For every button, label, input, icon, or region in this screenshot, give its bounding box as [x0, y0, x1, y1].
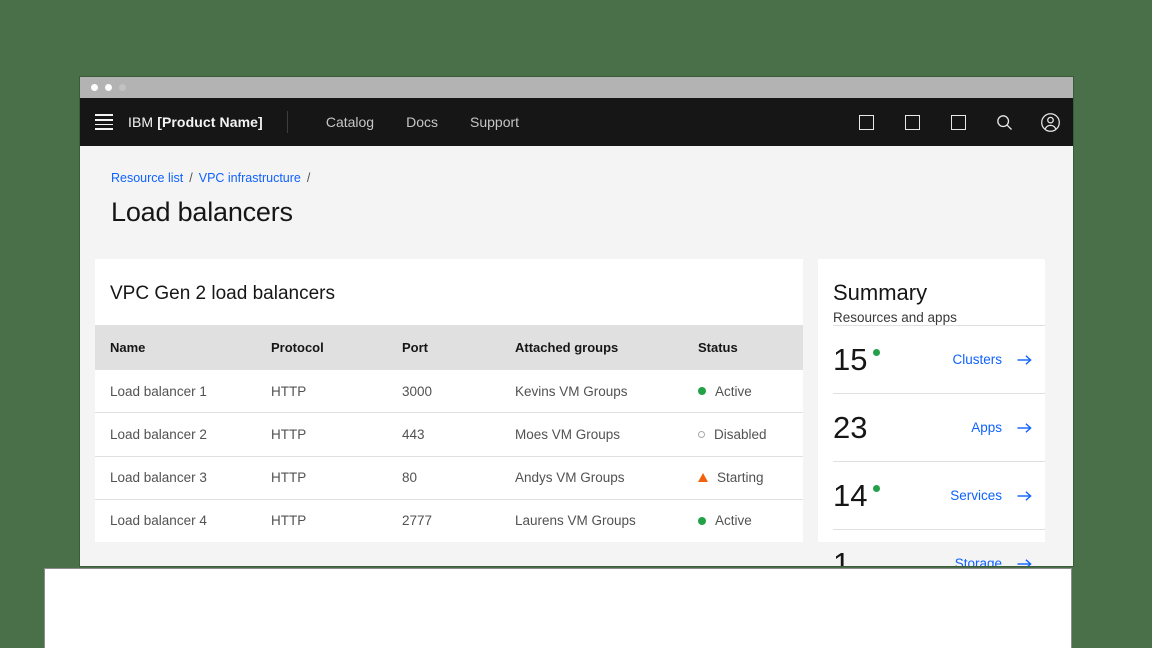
nav-divider [286, 111, 288, 133]
cell-protocol: HTTP [271, 383, 307, 399]
summary-row-services: 14 Services [833, 461, 1045, 529]
status-label: Active [715, 383, 752, 399]
table-row[interactable]: Load balancer 2 HTTP 443 Moes VM Groups … [95, 412, 803, 456]
breadcrumb-item-resource-list[interactable]: Resource list [111, 171, 183, 185]
table-header-row: Name Protocol Port Attached groups Statu… [95, 325, 803, 370]
cell-status: Starting [698, 470, 803, 485]
cell-attached-groups: Andys VM Groups [515, 470, 625, 486]
status-starting-icon [698, 473, 708, 483]
summary-row-storage: 1 Storage [833, 529, 1045, 566]
arrow-right-icon [1017, 422, 1032, 433]
summary-count: 14 [833, 478, 868, 513]
user-avatar-icon[interactable] [1027, 98, 1073, 146]
status-active-icon [698, 516, 706, 525]
column-header-protocol[interactable]: Protocol [271, 340, 402, 355]
column-header-port[interactable]: Port [402, 340, 515, 355]
summary-label: Services [950, 488, 1002, 503]
cell-protocol: HTTP [271, 470, 307, 486]
square-icon-3[interactable] [935, 98, 981, 146]
breadcrumb: Resource list / VPC infrastructure / [111, 171, 1073, 185]
status-dot-icon [873, 485, 881, 492]
summary-link-storage[interactable]: Storage [955, 556, 1045, 566]
nav-action-icons [843, 98, 1073, 146]
cell-attached-groups: Moes VM Groups [515, 427, 621, 443]
summary-count: 1 [833, 546, 851, 566]
column-header-attached-groups[interactable]: Attached groups [515, 340, 698, 355]
cell-status: Active [698, 384, 803, 399]
arrow-right-icon [1017, 490, 1032, 501]
cell-port: 3000 [402, 383, 433, 399]
breadcrumb-separator-1: / [189, 171, 193, 185]
cell-name: Load balancer 1 [110, 383, 207, 399]
arrow-right-icon [1017, 354, 1032, 365]
summary-label: Storage [954, 556, 1002, 566]
square-icon-2[interactable] [889, 98, 935, 146]
summary-count: 15 [833, 342, 868, 377]
page-header: Resource list / VPC infrastructure / Loa… [80, 146, 1073, 228]
table-row[interactable]: Load balancer 4 HTTP 2777 Laurens VM Gro… [95, 498, 803, 543]
summary-link-clusters[interactable]: Clusters [952, 352, 1045, 367]
status-dot-icon [873, 349, 881, 356]
summary-count: 23 [833, 410, 868, 445]
cell-name: Load balancer 2 [110, 427, 207, 443]
nav-link-support[interactable]: Support [454, 98, 535, 146]
cell-port: 2777 [402, 513, 433, 529]
summary-link-apps[interactable]: Apps [971, 420, 1045, 435]
breadcrumb-separator-2: / [306, 171, 311, 185]
brand-product-name: [Product Name] [157, 114, 263, 130]
summary-link-services[interactable]: Services [950, 488, 1045, 503]
summary-label: Clusters [952, 352, 1002, 367]
cell-attached-groups: Laurens VM Groups [515, 513, 636, 529]
load-balancers-table-card: VPC Gen 2 load balancers Name Protocol P… [95, 259, 803, 543]
cell-protocol: HTTP [271, 427, 307, 443]
cell-status: Active [698, 513, 803, 528]
nav-link-catalog[interactable]: Catalog [310, 98, 390, 146]
column-header-name[interactable]: Name [95, 340, 271, 355]
cell-port: 443 [402, 427, 425, 443]
cell-name: Load balancer 4 [110, 513, 207, 529]
hamburger-menu-icon[interactable] [80, 98, 128, 146]
cell-status: Disabled [698, 427, 803, 442]
cell-name: Load balancer 3 [110, 470, 207, 486]
foreground-white-panel [44, 568, 1072, 648]
status-label: Active [715, 513, 752, 529]
summary-row-apps: 23 Apps [833, 393, 1045, 461]
status-disabled-icon [698, 431, 705, 439]
cell-attached-groups: Kevins VM Groups [515, 383, 628, 399]
cell-port: 80 [402, 470, 418, 486]
status-label: Disabled [714, 427, 767, 443]
column-header-status[interactable]: Status [698, 340, 803, 355]
browser-title-bar [80, 77, 1073, 98]
table-row[interactable]: Load balancer 3 HTTP 80 Andys VM Groups … [95, 455, 803, 499]
arrow-right-icon [1017, 558, 1032, 566]
search-icon[interactable] [981, 98, 1027, 146]
breadcrumb-item-vpc-infrastructure[interactable]: VPC infrastructure [199, 171, 301, 185]
summary-subtitle: Resources and apps [833, 310, 957, 325]
summary-title: Summary [833, 280, 928, 305]
brand-prefix: IBM [128, 114, 158, 130]
summary-row-clusters: 15 Clusters [833, 325, 1045, 393]
cell-protocol: HTTP [271, 513, 307, 529]
square-icon-1[interactable] [843, 98, 889, 146]
nav-link-docs[interactable]: Docs [390, 98, 454, 146]
content-area: VPC Gen 2 load balancers Name Protocol P… [80, 259, 1073, 566]
window-close-button[interactable] [91, 84, 98, 91]
global-top-navigation: IBM [Product Name] Catalog Docs Support [80, 98, 1073, 146]
summary-label: Apps [971, 420, 1002, 435]
window-minimize-button[interactable] [105, 84, 112, 91]
window-zoom-button[interactable] [119, 84, 126, 91]
table-row[interactable]: Load balancer 1 HTTP 3000 Kevins VM Grou… [95, 369, 803, 413]
nav-links: Catalog Docs Support [310, 98, 535, 146]
status-label: Starting [717, 470, 764, 486]
page-body: Resource list / VPC infrastructure / Loa… [80, 146, 1073, 566]
summary-panel: Summary Resources and apps 15 Clusters 2… [818, 259, 1045, 566]
status-active-icon [698, 387, 706, 396]
page-title: Load balancers [111, 197, 293, 227]
table-title: VPC Gen 2 load balancers [110, 283, 335, 304]
product-brand-title[interactable]: IBM [Product Name] [128, 114, 287, 130]
browser-window: IBM [Product Name] Catalog Docs Support [80, 77, 1073, 566]
